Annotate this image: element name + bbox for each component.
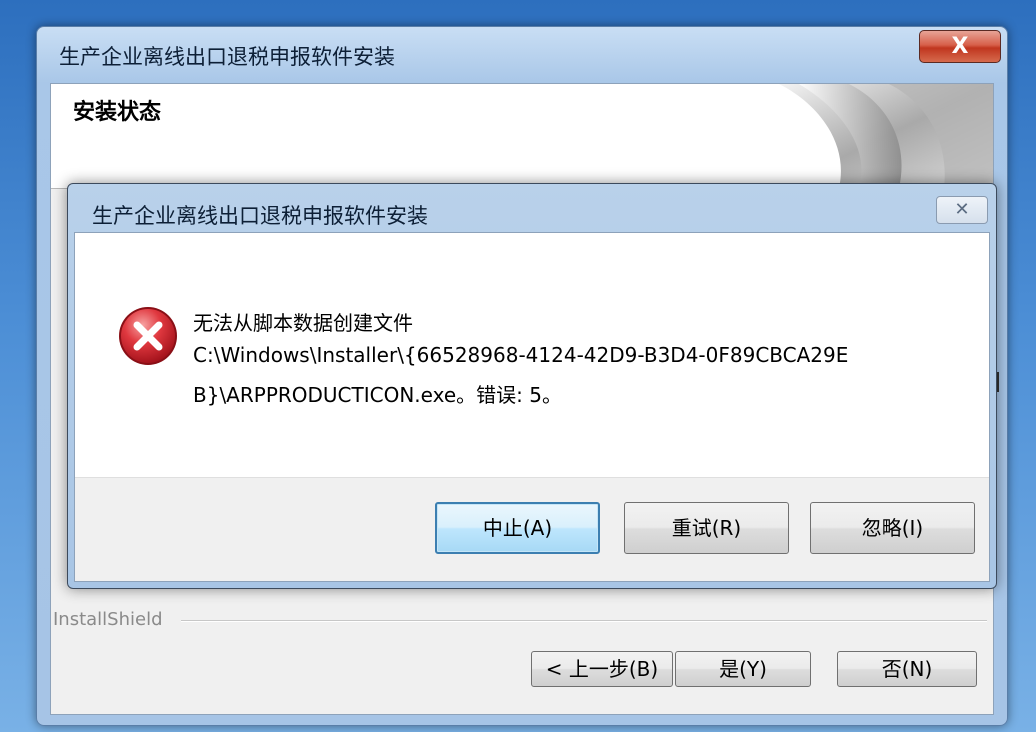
- header-panel: 安装状态: [51, 84, 993, 189]
- installer-window-title: 生产企业离线出口退税申报软件安装: [59, 45, 395, 69]
- ignore-button[interactable]: 忽略(I): [810, 502, 975, 554]
- yes-button[interactable]: 是(Y): [675, 651, 811, 687]
- back-button[interactable]: < 上一步(B): [531, 651, 673, 687]
- page-title: 安装状态: [73, 100, 162, 125]
- abort-button[interactable]: 中止(A): [435, 502, 600, 554]
- error-message-line: C:\Windows\Installer\{66528968-4124-42D9…: [193, 343, 849, 367]
- installshield-divider: [181, 620, 987, 622]
- error-dialog-title: 生产企业离线出口退税申报软件安装: [92, 204, 428, 228]
- error-icon: [119, 307, 177, 365]
- error-dialog-close-button[interactable]: ✕: [936, 196, 988, 224]
- retry-button[interactable]: 重试(R): [624, 502, 789, 554]
- dialog-button-bar: 中止(A) 重试(R) 忽略(I): [75, 477, 989, 581]
- no-button[interactable]: 否(N): [837, 651, 977, 687]
- installer-close-button[interactable]: X: [919, 30, 1001, 63]
- error-message-line: B}\ARPPRODUCTICON.exe。错误: 5。: [193, 383, 562, 407]
- error-dialog: 生产企业离线出口退税申报软件安装 ✕ 无法从脚本数据创建文件 C:\Window…: [67, 183, 997, 589]
- error-message-line: 无法从脚本数据创建文件: [193, 311, 413, 335]
- error-dialog-body: 无法从脚本数据创建文件 C:\Windows\Installer\{665289…: [74, 232, 990, 582]
- installshield-label: InstallShield: [53, 609, 169, 630]
- installshield-swoosh-graphic: [779, 84, 993, 188]
